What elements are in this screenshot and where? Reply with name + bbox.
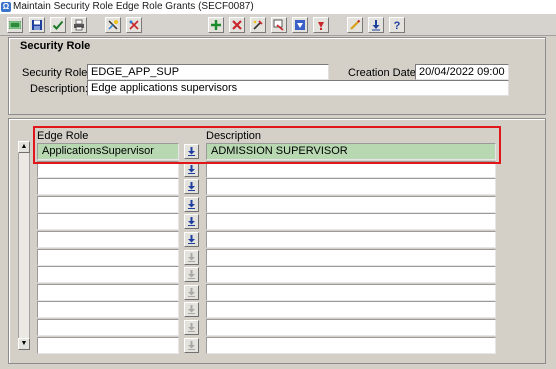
arrow-down-icon (188, 182, 195, 191)
toolbar: ? (0, 14, 556, 36)
arrow-down-icon (188, 165, 195, 174)
edge-role-cell[interactable] (37, 196, 179, 213)
save-icon (32, 20, 42, 30)
insert-record-icon (211, 20, 221, 30)
enter-query-icon (108, 20, 118, 30)
list-of-values-button[interactable] (184, 232, 199, 247)
accept-button[interactable] (50, 17, 66, 33)
edge-role-description-cell[interactable] (206, 266, 496, 283)
description-field[interactable]: Edge applications supervisors (87, 80, 509, 96)
edge-role-cell[interactable] (37, 231, 179, 248)
arrow-down-icon (188, 341, 195, 350)
print-button[interactable] (71, 17, 87, 33)
next-record-button[interactable] (313, 17, 329, 33)
arrow-down-icon (188, 200, 195, 209)
arrow-down-icon: ▼ (20, 340, 28, 347)
delete-record-icon (232, 20, 242, 30)
edge-role-cell[interactable] (37, 337, 179, 354)
edge-role-cell[interactable] (37, 178, 179, 195)
list-values-button[interactable] (368, 17, 384, 33)
next-record-icon (318, 22, 324, 30)
list-of-values-button[interactable] (184, 162, 199, 177)
arrow-down-icon (188, 288, 195, 297)
list-of-values-button[interactable] (184, 179, 199, 194)
previous-record-icon (295, 20, 305, 30)
list-of-values-button[interactable] (184, 338, 199, 353)
previous-record-button[interactable] (292, 17, 308, 33)
security-role-section-title: Security Role (20, 40, 91, 52)
highlight-annotation (33, 126, 501, 164)
list-of-values-button[interactable] (184, 285, 199, 300)
exit-button[interactable] (7, 17, 23, 33)
scroll-down-button[interactable]: ▼ (18, 338, 30, 350)
duplicate-record-icon (273, 19, 284, 31)
list-of-values-button[interactable] (184, 320, 199, 335)
app-icon: Ω (1, 2, 11, 12)
svg-text:?: ? (394, 20, 401, 31)
security-role-label: Security Role: (22, 67, 91, 79)
edit-icon (350, 19, 361, 30)
edge-role-description-cell[interactable] (206, 301, 496, 318)
edge-role-description-cell[interactable] (206, 337, 496, 354)
edge-role-cell[interactable] (37, 249, 179, 266)
arrow-up-icon: ▲ (20, 143, 28, 150)
list-of-values-button[interactable] (184, 197, 199, 212)
edge-role-cell[interactable] (37, 319, 179, 336)
scroll-up-button[interactable]: ▲ (18, 141, 30, 153)
list-of-values-button[interactable] (184, 250, 199, 265)
cancel-query-icon (129, 20, 139, 30)
creation-date-label: Creation Date: (348, 67, 419, 79)
edge-role-description-cell[interactable] (206, 196, 496, 213)
list-values-icon (372, 20, 380, 31)
duplicate-record-button[interactable] (271, 17, 287, 33)
arrow-down-icon (188, 305, 195, 314)
edge-role-cell[interactable] (37, 284, 179, 301)
edge-role-cell[interactable] (37, 301, 179, 318)
print-icon (74, 19, 84, 31)
list-of-values-button[interactable] (184, 214, 199, 229)
delete-record-button[interactable] (229, 17, 245, 33)
help-button[interactable]: ? (389, 17, 405, 33)
exit-icon (9, 21, 21, 29)
edit-button[interactable] (347, 17, 363, 33)
window-title: Maintain Security Role Edge Role Grants … (13, 1, 254, 12)
clear-record-button[interactable] (250, 17, 266, 33)
arrow-down-icon (188, 270, 195, 279)
edge-role-description-cell[interactable] (206, 213, 496, 230)
enter-query-button[interactable] (105, 17, 121, 33)
description-label: Description: (30, 83, 89, 95)
clear-record-icon (253, 20, 263, 30)
help-icon: ? (394, 20, 401, 31)
edge-role-description-cell[interactable] (206, 231, 496, 248)
save-button[interactable] (29, 17, 45, 33)
edge-role-description-cell[interactable] (206, 284, 496, 301)
insert-record-button[interactable] (208, 17, 224, 33)
arrow-down-icon (188, 253, 195, 262)
accept-icon (52, 20, 64, 30)
records-scrollbar[interactable]: ▲ ▼ (18, 141, 30, 350)
edge-role-description-cell[interactable] (206, 249, 496, 266)
edge-role-cell[interactable] (37, 266, 179, 283)
edge-role-description-cell[interactable] (206, 178, 496, 195)
arrow-down-icon (188, 323, 195, 332)
edge-role-cell[interactable] (37, 213, 179, 230)
list-of-values-button[interactable] (184, 267, 199, 282)
list-of-values-button[interactable] (184, 302, 199, 317)
security-role-field[interactable]: EDGE_APP_SUP (87, 64, 329, 80)
title-bar: Ω Maintain Security Role Edge Role Grant… (0, 0, 556, 14)
arrow-down-icon (188, 217, 195, 226)
arrow-down-icon (188, 235, 195, 244)
edge-role-description-cell[interactable] (206, 319, 496, 336)
creation-date-field[interactable]: 20/04/2022 09:00 (415, 64, 509, 80)
cancel-query-button[interactable] (126, 17, 142, 33)
